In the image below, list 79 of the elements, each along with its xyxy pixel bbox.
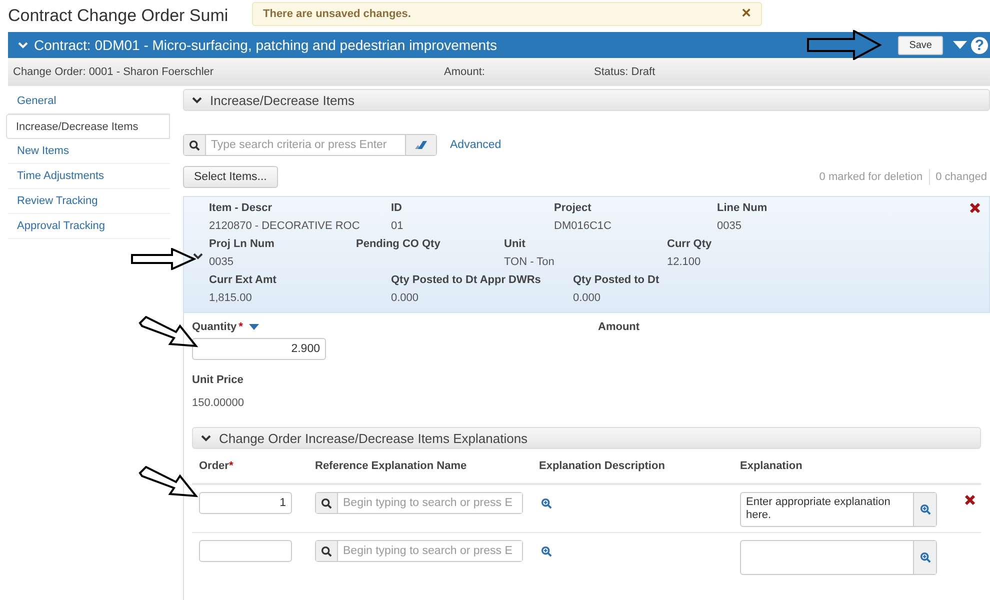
dropdown-icon[interactable] [953, 41, 967, 49]
chevron-icon [201, 434, 211, 442]
section-title: Change Order Increase/Decrease Items Explanations [219, 430, 528, 446]
order-field[interactable] [199, 540, 292, 562]
notification-message: There are unsaved changes. [263, 8, 412, 20]
field-label: Qty Posted to Dt [573, 274, 660, 287]
annotation-arrow [138, 466, 198, 498]
close-icon[interactable]: × [742, 5, 751, 23]
count-label: 0 marked for deletion [818, 170, 924, 185]
field-label: Curr Ext Amt [209, 274, 278, 287]
field-value: TON - Ton [504, 256, 556, 269]
field-label: Item - Descr [209, 202, 273, 215]
field-value: 1,815.00 [209, 292, 253, 305]
select-items-button[interactable]: Select Items... [183, 166, 278, 188]
zoom-in-icon[interactable] [541, 498, 552, 509]
delete-icon[interactable] [964, 494, 976, 506]
section-header[interactable]: Change Order Increase/Decrease Items Explanations [192, 427, 981, 449]
dropdown-icon[interactable] [248, 324, 259, 330]
field-label: Proj Ln Num [209, 238, 276, 251]
advanced-link[interactable]: Advanced [450, 139, 502, 151]
field-label: Qty Posted to Dt Appr DWRs [391, 274, 542, 287]
amount-label: Amount: [444, 66, 486, 78]
explanation-field[interactable]: Enter appropriate explanation here. [740, 492, 937, 527]
field-value: 0.000 [391, 292, 420, 305]
field-label: Line Num [717, 202, 768, 215]
order-field[interactable]: 1 [199, 492, 292, 514]
save-button[interactable]: Save [898, 36, 943, 54]
unit-price-label: Unit Price [192, 374, 244, 386]
quantity-field[interactable]: 2.900 [192, 338, 326, 360]
search-icon [189, 140, 200, 150]
field-value: 0035 [209, 256, 234, 269]
search-icon [321, 546, 332, 556]
sidebar-item[interactable]: Increase/Decrease Items [6, 114, 170, 139]
eraser-icon[interactable] [414, 140, 428, 150]
help-icon[interactable]: ? [971, 36, 988, 54]
field-value: 01 [391, 220, 404, 233]
sidebar-item[interactable]: Approval Tracking [8, 214, 170, 239]
amount-label: Amount [598, 321, 640, 335]
chevron-icon [192, 96, 202, 104]
change-order-label: Change Order: 0001 - Sharon Foerschler [13, 66, 215, 78]
field-label: ID [391, 202, 403, 215]
delete-icon[interactable] [969, 202, 981, 214]
field-label: Curr Qty [667, 238, 713, 251]
section-header[interactable]: Increase/Decrease Items [183, 89, 990, 111]
column-header: Explanation Description [539, 460, 665, 472]
zoom-in-icon[interactable] [920, 504, 930, 515]
chevron-icon[interactable] [193, 252, 203, 260]
field-value: 12.100 [667, 256, 702, 269]
zoom-in-icon[interactable] [920, 552, 930, 563]
search-field[interactable]: Type search criteria or press Enter [183, 134, 437, 156]
quantity-label: Quantity [192, 321, 237, 333]
unit-price-value: 150.00000 [192, 397, 245, 409]
column-header: Order [199, 460, 229, 472]
field-value: 0.000 [573, 292, 602, 305]
field-value: DM016C1C [554, 220, 612, 233]
field-label: Project [554, 202, 592, 215]
reference-search-field[interactable]: Begin typing to search or press E [315, 492, 523, 514]
search-icon [321, 498, 332, 508]
count-label: 0 changed [928, 169, 990, 185]
sidebar-item[interactable]: Review Tracking [8, 189, 170, 214]
annotation-arrow [130, 248, 196, 270]
status-label: Status: Draft [594, 66, 656, 78]
sidebar-item[interactable]: General [8, 89, 170, 114]
required-mark: * [238, 321, 243, 333]
page-title: Contract Change Order Sumi [8, 6, 228, 26]
sidebar-item[interactable]: New Items [8, 139, 170, 164]
required-mark: * [228, 460, 234, 472]
section-title: Increase/Decrease Items [210, 92, 355, 108]
sidebar-item[interactable]: Time Adjustments [8, 164, 170, 189]
column-header: Reference Explanation Name [315, 460, 467, 472]
column-header: Explanation [740, 460, 802, 472]
reference-search-field[interactable]: Begin typing to search or press E [315, 540, 523, 562]
explanation-field[interactable] [740, 540, 937, 575]
zoom-in-icon[interactable] [541, 546, 552, 557]
field-value: 2120870 - DECORATIVE ROC [209, 220, 361, 233]
field-label: Pending CO Qty [356, 238, 442, 251]
contract-title: Contract: 0DM01 - Micro-surfacing, patching and pedestrian improvements [34, 37, 497, 53]
field-label: Unit [504, 238, 526, 251]
field-value: 0035 [717, 220, 742, 233]
